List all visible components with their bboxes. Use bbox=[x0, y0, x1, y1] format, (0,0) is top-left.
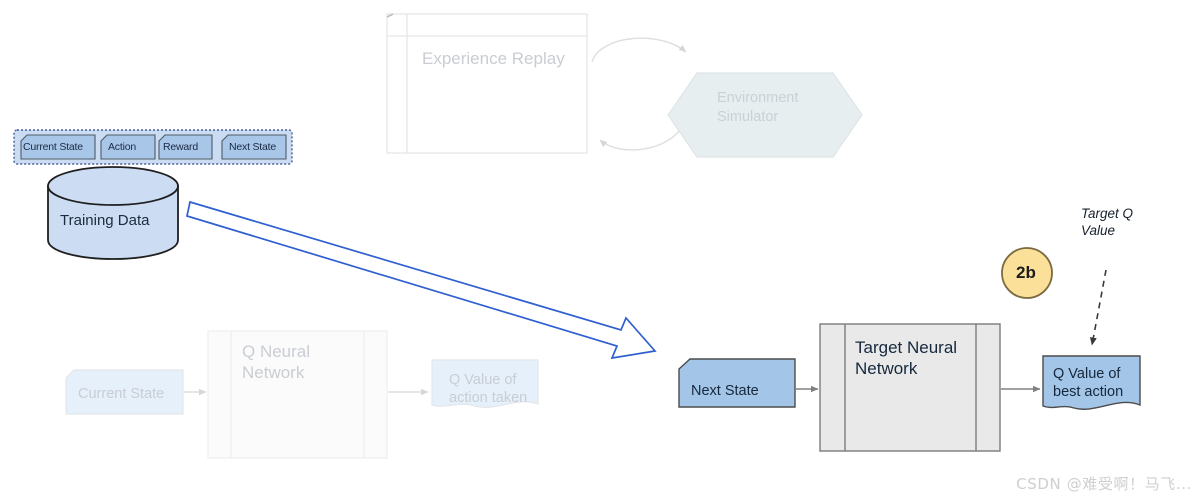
diagram-shapes bbox=[13, 13, 1141, 459]
online-q-value-shape bbox=[431, 359, 539, 408]
step-2b-badge bbox=[1001, 247, 1053, 299]
environment-simulator-hexagon bbox=[667, 72, 863, 158]
diagram-canvas: Experience Replay Environment Simulator … bbox=[0, 0, 1200, 500]
q-value-best-action-shape bbox=[1042, 355, 1141, 410]
online-current-state-shape bbox=[65, 369, 184, 415]
replay-simulator-cycle-arrows bbox=[591, 37, 687, 151]
experience-replay-table bbox=[386, 13, 588, 154]
online-q-network-shape bbox=[207, 330, 388, 459]
next-state-shape bbox=[678, 358, 796, 408]
training-data-cylinder bbox=[47, 166, 179, 260]
target-q-value-dashed-arrow bbox=[1089, 269, 1107, 346]
watermark-text: CSDN @难受啊！马飞... bbox=[1016, 475, 1192, 493]
transition-tag-shapes bbox=[20, 134, 287, 160]
target-neural-network-shape bbox=[819, 323, 1001, 452]
